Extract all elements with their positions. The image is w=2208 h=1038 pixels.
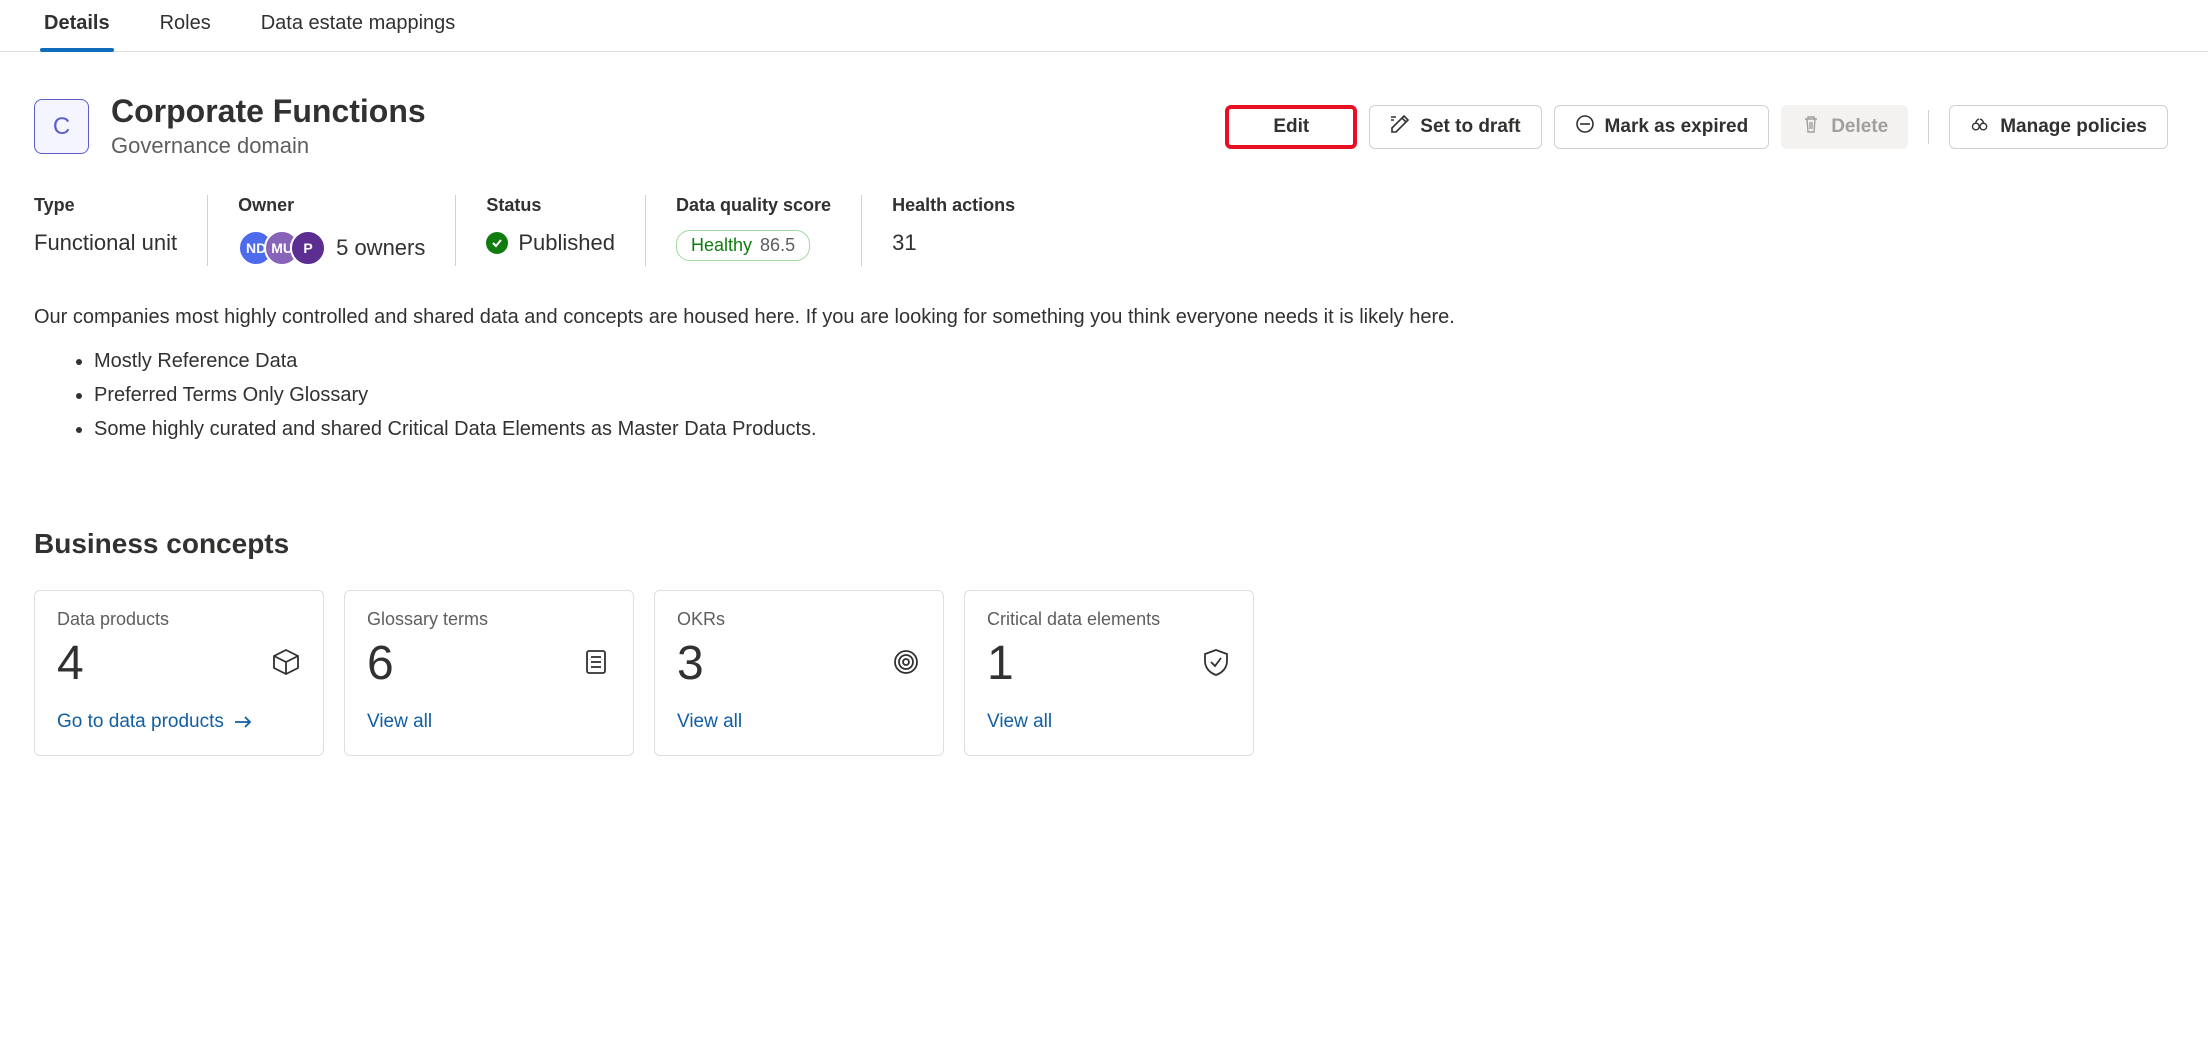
prop-status-value: Published (486, 230, 615, 256)
page-title: Corporate Functions (111, 94, 426, 129)
card-count: 1 (987, 636, 1014, 691)
prop-type-value: Functional unit (34, 230, 177, 256)
health-pill: Healthy 86.5 (676, 230, 810, 261)
status-text: Published (518, 230, 615, 256)
mark-as-expired-label: Mark as expired (1605, 116, 1749, 138)
owner-count: 5 owners (336, 235, 425, 261)
delete-label: Delete (1831, 116, 1888, 138)
prop-health-label: Health actions (892, 195, 1015, 216)
prop-owner: Owner ND MU P 5 owners (207, 195, 455, 266)
owner-avatar: P (290, 230, 326, 266)
domain-avatar: C (34, 99, 89, 154)
target-icon (891, 647, 921, 680)
set-to-draft-label: Set to draft (1420, 116, 1520, 138)
section-business-concepts: Business concepts (0, 448, 2208, 560)
go-to-data-products-link[interactable]: Go to data products (57, 711, 301, 733)
prop-owner-value: ND MU P 5 owners (238, 230, 425, 266)
card-label: OKRs (677, 609, 921, 630)
tab-bar: Details Roles Data estate mappings (0, 0, 2208, 52)
card-label: Glossary terms (367, 609, 611, 630)
view-all-glossary-link[interactable]: View all (367, 711, 611, 733)
view-all-cde-link[interactable]: View all (987, 711, 1231, 733)
description-bullet: Preferred Terms Only Glossary (94, 380, 1460, 410)
header-region: C Corporate Functions Governance domain … (0, 52, 2208, 159)
prop-status: Status Published (455, 195, 645, 266)
arrow-right-icon (234, 715, 252, 729)
tab-roles[interactable]: Roles (156, 12, 215, 51)
prop-health-actions: Health actions 31 (861, 195, 1045, 266)
prop-type-label: Type (34, 195, 177, 216)
cube-icon (271, 647, 301, 680)
prop-status-label: Status (486, 195, 615, 216)
card-count: 6 (367, 636, 394, 691)
manage-policies-button[interactable]: Manage policies (1949, 105, 2168, 149)
mark-as-expired-button[interactable]: Mark as expired (1554, 105, 1770, 149)
document-lines-icon (581, 647, 611, 680)
prop-owner-label: Owner (238, 195, 425, 216)
card-count: 4 (57, 636, 84, 691)
policies-icon (1970, 114, 1990, 140)
card-okrs[interactable]: OKRs 3 View all (654, 590, 944, 756)
owner-avatar-stack[interactable]: ND MU P (238, 230, 326, 266)
card-link-text: Go to data products (57, 711, 224, 733)
shield-check-icon (1201, 647, 1231, 680)
health-pill-score: 86.5 (760, 235, 795, 255)
action-divider (1928, 110, 1929, 144)
action-bar: Edit Set to draft Mark as expired Delete… (1225, 105, 2168, 149)
prop-dq-value: Healthy 86.5 (676, 230, 831, 261)
view-all-okrs-link[interactable]: View all (677, 711, 921, 733)
card-label: Data products (57, 609, 301, 630)
manage-policies-label: Manage policies (2000, 116, 2147, 138)
health-pill-text: Healthy (691, 235, 752, 255)
description: Our companies most highly controlled and… (0, 266, 1500, 444)
expired-icon (1575, 114, 1595, 140)
description-bullet: Mostly Reference Data (94, 346, 1460, 376)
tab-data-estate-mappings[interactable]: Data estate mappings (257, 12, 460, 51)
card-data-products[interactable]: Data products 4 Go to data products (34, 590, 324, 756)
title-block: Corporate Functions Governance domain (111, 94, 426, 159)
properties-row: Type Functional unit Owner ND MU P 5 own… (0, 159, 2208, 266)
pencil-draft-icon (1390, 114, 1410, 140)
prop-dq-label: Data quality score (676, 195, 831, 216)
page-subtitle: Governance domain (111, 133, 426, 159)
edit-button[interactable]: Edit (1225, 105, 1357, 149)
prop-health-value: 31 (892, 230, 1015, 256)
check-circle-icon (486, 232, 508, 254)
card-glossary-terms[interactable]: Glossary terms 6 View all (344, 590, 634, 756)
delete-button: Delete (1781, 105, 1908, 149)
trash-icon (1801, 114, 1821, 140)
card-label: Critical data elements (987, 609, 1231, 630)
description-list: Mostly Reference Data Preferred Terms On… (34, 346, 1460, 444)
description-text: Our companies most highly controlled and… (34, 302, 1460, 332)
tab-details[interactable]: Details (40, 12, 114, 51)
card-critical-data-elements[interactable]: Critical data elements 1 View all (964, 590, 1254, 756)
card-count: 3 (677, 636, 704, 691)
card-row: Data products 4 Go to data products Glos… (0, 560, 2208, 756)
prop-data-quality: Data quality score Healthy 86.5 (645, 195, 861, 266)
description-bullet: Some highly curated and shared Critical … (94, 414, 1460, 444)
set-to-draft-button[interactable]: Set to draft (1369, 105, 1541, 149)
prop-type: Type Functional unit (34, 195, 207, 266)
